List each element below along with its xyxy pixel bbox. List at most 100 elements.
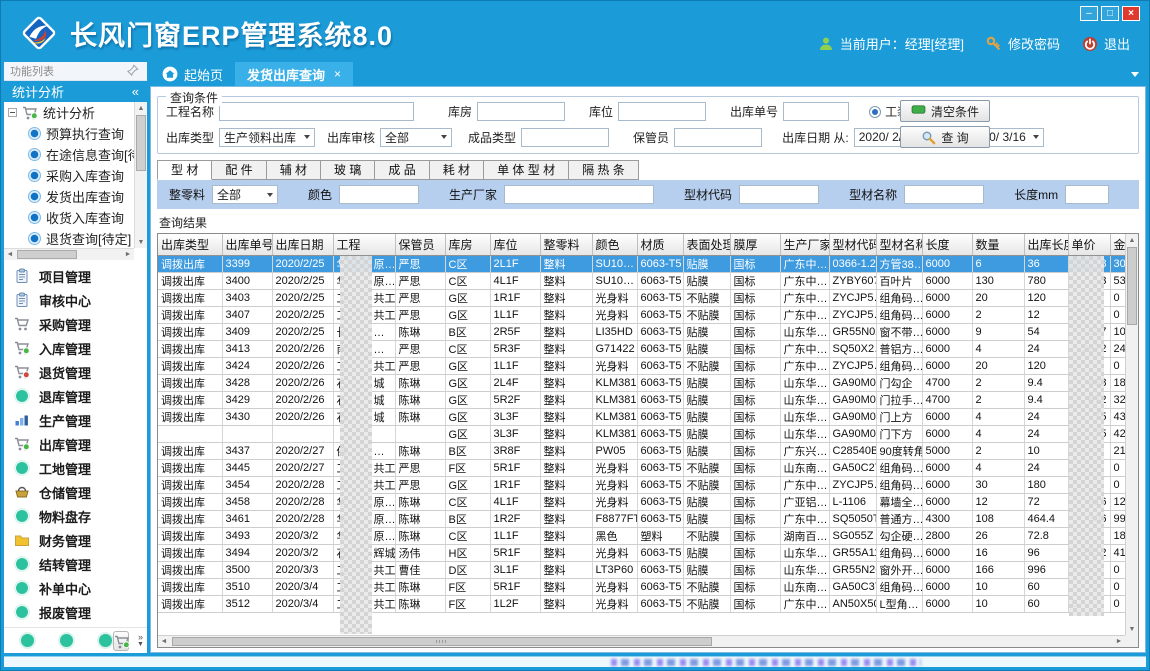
- material-tab[interactable]: 辅 材: [267, 160, 321, 180]
- keeper-input[interactable]: [674, 128, 762, 147]
- column-header[interactable]: 颜色: [592, 234, 637, 255]
- column-header[interactable]: 材质: [637, 234, 683, 255]
- column-header[interactable]: 型材代码: [829, 234, 876, 255]
- tree-vscroll-thumb[interactable]: [136, 115, 146, 171]
- tab-shipment-query[interactable]: 发货出库查询 ×: [235, 62, 353, 86]
- close-button[interactable]: ×: [1122, 6, 1140, 21]
- collapse-icon[interactable]: «: [132, 84, 139, 99]
- sidebar-section-header[interactable]: 统计分析 «: [4, 81, 147, 102]
- sidebar-menu-item[interactable]: 仓储管理: [4, 480, 147, 504]
- table-row[interactable]: 调拨出库35002020/3/3工共工程曹佳D区3L1F整料LT3P606063…: [158, 561, 1139, 578]
- change-password-button[interactable]: 修改密码: [986, 34, 1060, 53]
- scroll-right-icon[interactable]: ►: [1113, 636, 1125, 647]
- sidebar-menu-item[interactable]: 入库管理: [4, 336, 147, 360]
- column-header[interactable]: 型材名称: [876, 234, 922, 255]
- sidebar-menu-item[interactable]: 出库管理: [4, 432, 147, 456]
- table-row[interactable]: 调拨出库34582020/2/28华原…陈琳C区4L1F整料光身料6063-T5…: [158, 493, 1139, 510]
- footer-cart-button[interactable]: [113, 631, 129, 651]
- column-header[interactable]: 出库日期: [272, 234, 333, 255]
- length-input[interactable]: [1065, 185, 1109, 204]
- tree-item[interactable]: 发货出库查询: [4, 186, 134, 207]
- material-tab[interactable]: 耗 材: [430, 160, 484, 180]
- table-row[interactable]: 调拨出库34542020/2/28工共工程严思G区1R1F整料光身料6063-T…: [158, 476, 1139, 493]
- shortcut-circle-icon[interactable]: [99, 634, 112, 647]
- column-header[interactable]: 工程: [333, 234, 395, 255]
- tab-home[interactable]: 起始页: [150, 62, 235, 86]
- tree-item[interactable]: 收货入库查询: [4, 207, 134, 228]
- tree-item[interactable]: 退货查询[待定]: [4, 228, 134, 248]
- table-row[interactable]: 调拨出库34942020/3/2石辉城汤伟H区5R1F整料光身料6063-T5贴…: [158, 544, 1139, 561]
- column-header[interactable]: 库房: [445, 234, 490, 255]
- pin-icon[interactable]: [127, 64, 141, 78]
- sidebar-menu-item[interactable]: 退货管理: [4, 360, 147, 384]
- table-row[interactable]: 调拨出库34002020/2/25华原…严思C区4L1F整料SU10…6063-…: [158, 272, 1139, 289]
- product-type-input[interactable]: [521, 128, 609, 147]
- table-row[interactable]: 调拨出库35102020/3/4工共工程陈琳F区5R1F整料光身料6063-T5…: [158, 578, 1139, 595]
- table-row[interactable]: 调拨出库34292020/2/26石城陈琳G区5R2F整料KLM38176063…: [158, 391, 1139, 408]
- material-tab[interactable]: 型 材: [157, 160, 212, 180]
- sidebar-menu-item[interactable]: 结转管理: [4, 552, 147, 576]
- material-tab[interactable]: 成 品: [375, 160, 429, 180]
- footer-more-button[interactable]: » ▼: [137, 634, 144, 648]
- scroll-up-icon[interactable]: ▲: [135, 102, 147, 114]
- logout-button[interactable]: 退出: [1082, 34, 1130, 53]
- table-row[interactable]: 调拨出库34932020/3/2华原…陈琳C区1L1F整料黑色塑料不贴膜国标湖南…: [158, 527, 1139, 544]
- search-button[interactable]: 查 询: [900, 126, 990, 148]
- table-hscroll-thumb[interactable]: [172, 637, 712, 646]
- table-row[interactable]: 调拨出库34452020/2/27工共工程严思F区5R1F整料光身料6063-T…: [158, 459, 1139, 476]
- scroll-left-icon[interactable]: ◄: [4, 249, 16, 260]
- sidebar-menu-item[interactable]: 采购管理: [4, 312, 147, 336]
- sidebar-menu-item[interactable]: 项目管理: [4, 264, 147, 288]
- order-no-input[interactable]: [783, 102, 849, 121]
- table-row[interactable]: 调拨出库34282020/2/26石城陈琳G区2L4F整料KLM38176063…: [158, 374, 1139, 391]
- tree-hscroll-thumb[interactable]: [17, 250, 77, 259]
- shortcut-circle-icon[interactable]: [60, 634, 73, 647]
- column-header[interactable]: 膜厚: [730, 234, 780, 255]
- shortcut-circle-icon[interactable]: [21, 634, 34, 647]
- tree-root-item[interactable]: 统计分析: [4, 102, 134, 123]
- column-header[interactable]: 出库单号: [222, 234, 272, 255]
- sidebar-menu-item[interactable]: 物料盘存: [4, 504, 147, 528]
- factory-input[interactable]: [504, 185, 654, 204]
- color-input[interactable]: [339, 185, 419, 204]
- table-row[interactable]: 调拨出库34132020/2/26南…严思C区5R3F整料G714226063-…: [158, 340, 1139, 357]
- column-header[interactable]: 出库类型: [158, 234, 222, 255]
- sidebar-menu-item[interactable]: 生产管理: [4, 408, 147, 432]
- project-name-input[interactable]: [219, 102, 414, 121]
- material-tab[interactable]: 玻 璃: [321, 160, 375, 180]
- column-header[interactable]: 出库长度: [1024, 234, 1068, 255]
- column-header[interactable]: 整零料: [540, 234, 592, 255]
- scroll-right-icon[interactable]: ►: [122, 249, 134, 260]
- radio-gongzhuang-icon[interactable]: [869, 106, 881, 118]
- table-vscroll-thumb[interactable]: [1127, 247, 1137, 325]
- scroll-down-icon[interactable]: ▼: [1126, 623, 1138, 635]
- table-row[interactable]: 调拨出库34372020/2/27佛…陈琳B区3R8F整料PW056063-T5…: [158, 442, 1139, 459]
- material-tab[interactable]: 配 件: [212, 160, 266, 180]
- table-vertical-scrollbar[interactable]: ▲ ▼: [1125, 234, 1138, 635]
- tree-collapse-icon[interactable]: [8, 108, 17, 117]
- tree-vertical-scrollbar[interactable]: ▲ ▼: [134, 102, 147, 248]
- sidebar-menu-item[interactable]: 报废管理: [4, 600, 147, 624]
- sidebar-menu-item[interactable]: 退库管理: [4, 384, 147, 408]
- table-row[interactable]: 调拨出库34242020/2/26工共工程严思G区1L1F整料光身料6063-T…: [158, 357, 1139, 374]
- table-row[interactable]: 调拨出库34302020/2/26石城陈琳G区3L3F整料KLM38176063…: [158, 408, 1139, 425]
- sidebar-menu-item[interactable]: 补单中心: [4, 576, 147, 600]
- material-tab[interactable]: 单 体 型 材: [484, 160, 569, 180]
- clear-conditions-button[interactable]: 清空条件: [900, 100, 990, 122]
- whole-part-select[interactable]: 全部: [212, 185, 278, 204]
- profile-code-input[interactable]: [739, 185, 819, 204]
- profile-name-input[interactable]: [904, 185, 984, 204]
- column-header[interactable]: 库位: [490, 234, 540, 255]
- location-input[interactable]: [618, 102, 706, 121]
- column-header[interactable]: 生产厂家: [780, 234, 829, 255]
- table-row[interactable]: 调拨出库34092020/2/25长…陈琳B区2R5F整料LI35HD6063-…: [158, 323, 1139, 340]
- tree-item[interactable]: 采购入库查询: [4, 165, 134, 186]
- sidebar-menu-item[interactable]: 审核中心: [4, 288, 147, 312]
- tree-horizontal-scrollbar[interactable]: ◄ ►: [4, 248, 134, 260]
- scroll-left-icon[interactable]: ◄: [158, 636, 170, 647]
- column-header[interactable]: 长度: [922, 234, 972, 255]
- sidebar-menu-item[interactable]: 财务管理: [4, 528, 147, 552]
- material-tab[interactable]: 隔 热 条: [569, 160, 639, 180]
- scroll-down-icon[interactable]: ▼: [135, 236, 147, 248]
- tab-close-icon[interactable]: ×: [334, 67, 341, 81]
